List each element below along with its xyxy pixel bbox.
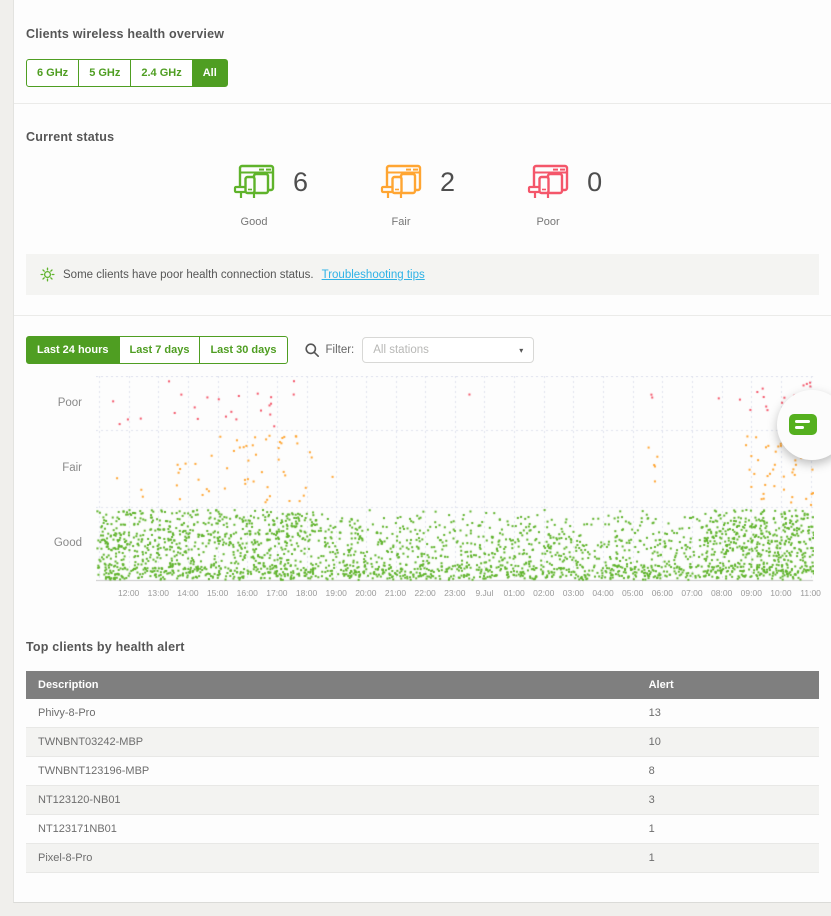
filter-label: Filter: bbox=[326, 344, 355, 356]
x-tick: 07:00 bbox=[681, 588, 702, 598]
band-selector: 6 GHz5 GHz2.4 GHzAll bbox=[26, 59, 228, 87]
status-label: Fair bbox=[380, 216, 422, 228]
client-description: NT123120-NB01 bbox=[26, 786, 637, 815]
current-status-title: Current status bbox=[26, 130, 819, 144]
chart-controls: Last 24 hoursLast 7 daysLast 30 days Fil… bbox=[26, 336, 819, 364]
x-tick: 04:00 bbox=[592, 588, 613, 598]
client-alert-count: 8 bbox=[637, 757, 819, 786]
table-row[interactable]: Phivy-8-Pro13 bbox=[26, 699, 819, 728]
top-clients-table: Description Alert Phivy-8-Pro13TWNBNT032… bbox=[26, 671, 819, 873]
table-row[interactable]: Pixel-8-Pro1 bbox=[26, 844, 819, 873]
chart-plot-area: 12:00 13:00 14:00 15:00 16:00 17:00 18:00 19:00… bbox=[96, 376, 814, 608]
x-tick: 9.Jul bbox=[475, 588, 493, 598]
x-tick: 05:00 bbox=[622, 588, 643, 598]
status-row: 6 Good 2 Fair 0 Poor bbox=[233, 164, 819, 228]
stations-filter-select[interactable]: All stations ▾ bbox=[362, 337, 534, 363]
chart-y-axis: Poor Fair Good bbox=[26, 376, 96, 582]
x-tick: 19:00 bbox=[326, 588, 347, 598]
x-tick: 22:00 bbox=[415, 588, 436, 598]
current-status-section: Current status 6 Good 2 Fair bbox=[14, 104, 831, 316]
range-button-last-7-days[interactable]: Last 7 days bbox=[119, 336, 201, 364]
top-clients-section: Top clients by health alert Description … bbox=[14, 608, 831, 873]
wireless-health-card: Clients wireless health overview 6 GHz5 … bbox=[13, 0, 831, 903]
x-tick: 01:00 bbox=[503, 588, 524, 598]
range-button-last-24-hours[interactable]: Last 24 hours bbox=[26, 336, 120, 364]
table-row[interactable]: TWNBNT123196-MBP8 bbox=[26, 757, 819, 786]
page: Clients wireless health overview 6 GHz5 … bbox=[0, 0, 831, 916]
filter-placeholder: All stations bbox=[373, 344, 429, 356]
alert-bar: Some clients have poor health connection… bbox=[26, 254, 819, 295]
band-button-6-ghz[interactable]: 6 GHz bbox=[26, 59, 79, 87]
table-row[interactable]: NT123171NB011 bbox=[26, 815, 819, 844]
client-description: TWNBNT03242-MBP bbox=[26, 728, 637, 757]
health-timeline-chart: Poor Fair Good 12:00 13:00 14:00 15:00 16:00 17… bbox=[26, 376, 819, 608]
status-count-good: 6 bbox=[293, 167, 308, 198]
client-description: TWNBNT123196-MBP bbox=[26, 757, 637, 786]
table-row[interactable]: NT123120-NB013 bbox=[26, 786, 819, 815]
devices-icon bbox=[233, 164, 277, 201]
x-tick: 03:00 bbox=[563, 588, 584, 598]
table-row[interactable]: TWNBNT03242-MBP10 bbox=[26, 728, 819, 757]
client-alert-count: 13 bbox=[637, 699, 819, 728]
devices-icon bbox=[380, 164, 424, 201]
table-title: Top clients by health alert bbox=[26, 640, 819, 654]
status-count-fair: 2 bbox=[440, 167, 455, 198]
devices-icon bbox=[527, 164, 571, 201]
client-alert-count: 1 bbox=[637, 844, 819, 873]
x-tick: 17:00 bbox=[266, 588, 287, 598]
x-tick: 12:00 bbox=[118, 588, 139, 598]
status-count-poor: 0 bbox=[587, 167, 602, 198]
x-tick: 13:00 bbox=[148, 588, 169, 598]
client-alert-count: 3 bbox=[637, 786, 819, 815]
band-button-5-ghz[interactable]: 5 GHz bbox=[78, 59, 131, 87]
chat-icon bbox=[789, 414, 817, 435]
chevron-down-icon: ▾ bbox=[519, 346, 523, 355]
y-label-good: Good bbox=[54, 536, 82, 550]
devices-poor-icon bbox=[527, 164, 571, 201]
client-alert-count: 1 bbox=[637, 815, 819, 844]
x-tick: 15:00 bbox=[207, 588, 228, 598]
client-alert-count: 10 bbox=[637, 728, 819, 757]
client-description: Pixel-8-Pro bbox=[26, 844, 637, 873]
lightbulb-icon bbox=[40, 267, 55, 282]
troubleshooting-link[interactable]: Troubleshooting tips bbox=[322, 269, 425, 281]
y-label-fair: Fair bbox=[62, 461, 82, 475]
band-button-2-4-ghz[interactable]: 2.4 GHz bbox=[130, 59, 192, 87]
x-tick: 14:00 bbox=[177, 588, 198, 598]
client-description: Phivy-8-Pro bbox=[26, 699, 637, 728]
y-label-poor: Poor bbox=[58, 396, 82, 410]
health-scatter-canvas bbox=[96, 376, 814, 586]
devices-fair-icon bbox=[380, 164, 424, 201]
table-header-row: Description Alert bbox=[26, 671, 819, 699]
x-tick: 02:00 bbox=[533, 588, 554, 598]
x-tick: 18:00 bbox=[296, 588, 317, 598]
search-icon bbox=[304, 342, 320, 358]
x-tick: 08:00 bbox=[711, 588, 732, 598]
status-block-fair: 2 Fair bbox=[380, 164, 455, 228]
band-button-all[interactable]: All bbox=[192, 59, 228, 87]
status-block-good: 6 Good bbox=[233, 164, 308, 228]
range-button-last-30-days[interactable]: Last 30 days bbox=[199, 336, 287, 364]
x-tick: 10:00 bbox=[770, 588, 791, 598]
x-tick: 21:00 bbox=[385, 588, 406, 598]
client-description: NT123171NB01 bbox=[26, 815, 637, 844]
x-tick: 06:00 bbox=[652, 588, 673, 598]
x-tick: 09:00 bbox=[741, 588, 762, 598]
chart-x-axis: 12:00 13:00 14:00 15:00 16:00 17:00 18:00 19:00… bbox=[96, 588, 814, 602]
status-label: Good bbox=[233, 216, 275, 228]
page-title: Clients wireless health overview bbox=[26, 27, 819, 41]
x-tick: 11:00 bbox=[800, 588, 821, 598]
time-range-selector: Last 24 hoursLast 7 daysLast 30 days bbox=[26, 336, 288, 364]
column-description: Description bbox=[26, 671, 637, 699]
chart-section: Last 24 hoursLast 7 daysLast 30 days Fil… bbox=[14, 316, 831, 608]
column-alert: Alert bbox=[637, 671, 819, 699]
x-tick: 16:00 bbox=[237, 588, 258, 598]
x-tick: 23:00 bbox=[444, 588, 465, 598]
status-block-poor: 0 Poor bbox=[527, 164, 602, 228]
x-tick: 20:00 bbox=[355, 588, 376, 598]
alert-text: Some clients have poor health connection… bbox=[63, 269, 314, 281]
devices-good-icon bbox=[233, 164, 277, 201]
status-label: Poor bbox=[527, 216, 569, 228]
overview-section: Clients wireless health overview 6 GHz5 … bbox=[14, 0, 831, 104]
